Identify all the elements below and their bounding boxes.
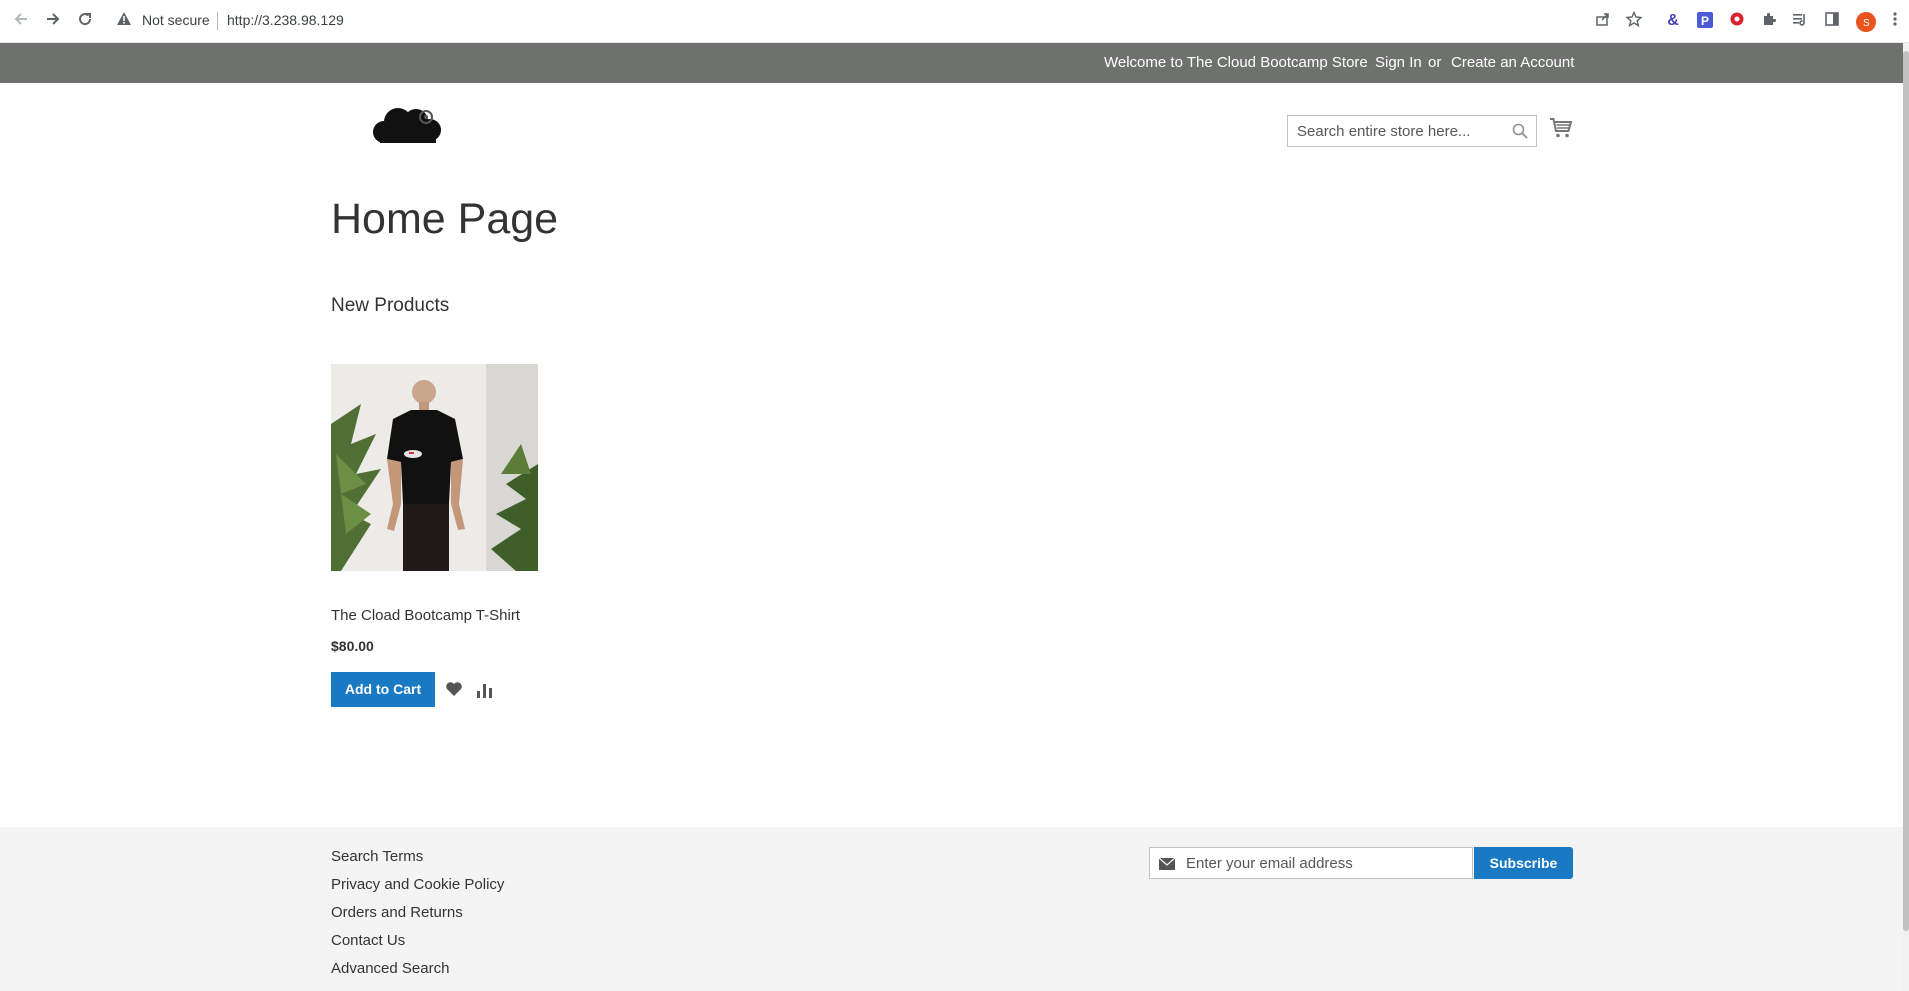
sign-in-link[interactable]: Sign In — [1375, 54, 1422, 71]
media-control-icon[interactable] — [1790, 11, 1810, 31]
create-account-link[interactable]: Create an Account — [1451, 54, 1574, 71]
p-extension-icon[interactable]: P — [1695, 11, 1715, 31]
search-icon[interactable] — [1512, 123, 1528, 139]
compare-icon[interactable] — [476, 682, 494, 698]
record-extension-icon[interactable] — [1727, 11, 1747, 31]
product-image[interactable] — [331, 364, 538, 571]
star-icon[interactable] — [1624, 10, 1644, 31]
more-options-icon[interactable] — [1885, 11, 1905, 31]
header-panel: Welcome to The Cloud Bootcamp Store Sign… — [0, 43, 1903, 83]
security-label[interactable]: Not secure — [142, 12, 210, 28]
svg-text:S: S — [1863, 18, 1870, 29]
address-bar-url[interactable]: http://3.238.98.129 — [227, 12, 344, 28]
store-logo[interactable] — [366, 104, 448, 150]
cart-icon[interactable] — [1549, 117, 1573, 139]
newsletter-field-wrapper[interactable] — [1149, 847, 1473, 879]
newsletter-email-input[interactable] — [1150, 848, 1430, 878]
or-text: or — [1428, 54, 1442, 71]
puzzle-extensions-icon[interactable] — [1759, 11, 1779, 31]
profile-avatar[interactable]: S — [1855, 11, 1876, 32]
footer-link-privacy[interactable]: Privacy and Cookie Policy — [331, 876, 504, 893]
ampersand-extension-icon[interactable]: & — [1663, 11, 1683, 31]
add-to-cart-button[interactable]: Add to Cart — [331, 672, 435, 707]
warning-icon[interactable] — [116, 11, 134, 29]
scrollbar-thumb[interactable] — [1903, 51, 1909, 931]
footer-link-orders-returns[interactable]: Orders and Returns — [331, 904, 463, 921]
svg-text:P: P — [1701, 14, 1709, 28]
footer — [0, 827, 1903, 991]
share-icon[interactable] — [1593, 11, 1613, 31]
footer-link-advanced-search[interactable]: Advanced Search — [331, 960, 449, 977]
side-panel-icon[interactable] — [1822, 11, 1842, 31]
browser-toolbar: Not secure http://3.238.98.129 & P S — [0, 0, 1909, 43]
page-scrollbar[interactable] — [1903, 43, 1909, 991]
forward-icon[interactable] — [42, 10, 64, 32]
page-title: Home Page — [331, 195, 559, 243]
product-price: $80.00 — [331, 638, 374, 654]
url-divider — [217, 12, 218, 30]
heart-icon[interactable] — [445, 681, 463, 697]
envelope-icon — [1158, 857, 1176, 870]
section-title: New Products — [331, 295, 450, 316]
subscribe-button[interactable]: Subscribe — [1474, 847, 1573, 879]
welcome-message: Welcome to The Cloud Bootcamp Store — [1104, 54, 1368, 71]
footer-link-search-terms[interactable]: Search Terms — [331, 848, 423, 865]
reload-icon[interactable] — [74, 10, 96, 32]
product-name-link[interactable]: The Cload Bootcamp T-Shirt — [331, 607, 520, 624]
search-input-wrapper[interactable] — [1287, 115, 1537, 147]
search-input[interactable] — [1288, 116, 1498, 146]
footer-link-contact[interactable]: Contact Us — [331, 932, 405, 949]
back-icon[interactable] — [10, 10, 32, 32]
